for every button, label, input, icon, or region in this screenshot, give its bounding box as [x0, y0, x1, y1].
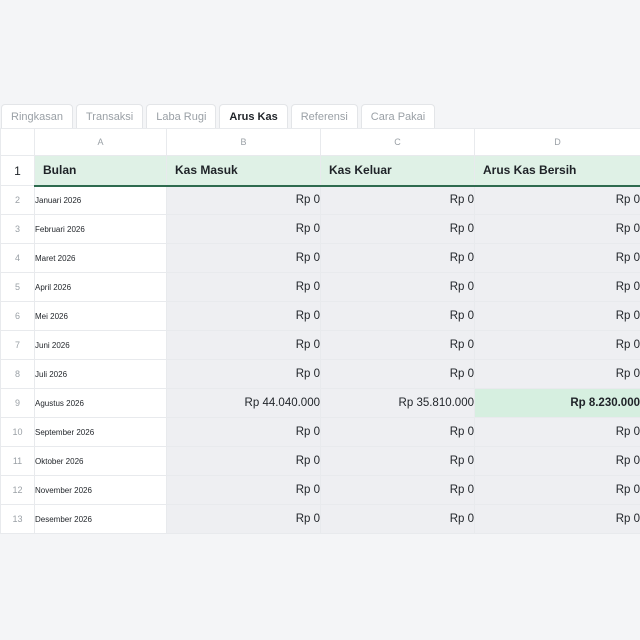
table-row: 10 September 2026 Rp 0 Rp 0 Rp 0	[0, 417, 640, 447]
month-cell[interactable]: Maret 2026	[34, 243, 167, 273]
tab-laba-rugi[interactable]: Laba Rugi	[146, 104, 217, 128]
row-number[interactable]: 1	[0, 155, 35, 186]
month-cell[interactable]: April 2026	[34, 272, 167, 302]
month-cell[interactable]: Februari 2026	[34, 214, 167, 244]
kas-keluar-cell[interactable]: Rp 0	[320, 446, 475, 476]
row-number[interactable]: 6	[0, 301, 35, 331]
kas-masuk-cell[interactable]: Rp 0	[166, 446, 321, 476]
kas-keluar-cell[interactable]: Rp 0	[320, 185, 475, 215]
kas-masuk-cell[interactable]: Rp 0	[166, 243, 321, 273]
column-header-c[interactable]: C	[320, 128, 475, 156]
table-row: 11 Oktober 2026 Rp 0 Rp 0 Rp 0	[0, 446, 640, 476]
kas-keluar-cell[interactable]: Rp 0	[320, 330, 475, 360]
kas-keluar-cell[interactable]: Rp 0	[320, 301, 475, 331]
month-cell[interactable]: November 2026	[34, 475, 167, 505]
kas-masuk-cell[interactable]: Rp 0	[166, 359, 321, 389]
header-cell-kas-masuk[interactable]: Kas Masuk	[166, 155, 321, 187]
corner-cell[interactable]	[0, 128, 35, 156]
kas-masuk-cell[interactable]: Rp 0	[166, 475, 321, 505]
row-number[interactable]: 7	[0, 330, 35, 360]
table-row: 6 Mei 2026 Rp 0 Rp 0 Rp 0	[0, 301, 640, 331]
row-number[interactable]: 8	[0, 359, 35, 389]
arus-kas-bersih-cell[interactable]: Rp 0	[474, 475, 640, 505]
sheet-tabs: Ringkasan Transaksi Laba Rugi Arus Kas R…	[0, 102, 640, 128]
kas-masuk-cell[interactable]: Rp 0	[166, 272, 321, 302]
column-header-b[interactable]: B	[166, 128, 321, 156]
month-cell[interactable]: Januari 2026	[34, 185, 167, 215]
arus-kas-bersih-cell[interactable]: Rp 0	[474, 417, 640, 447]
table-row: 4 Maret 2026 Rp 0 Rp 0 Rp 0	[0, 243, 640, 273]
arus-kas-bersih-cell[interactable]: Rp 0	[474, 185, 640, 215]
kas-masuk-cell[interactable]: Rp 0	[166, 504, 321, 534]
row-number[interactable]: 10	[0, 417, 35, 447]
kas-masuk-cell[interactable]: Rp 0	[166, 330, 321, 360]
arus-kas-bersih-cell[interactable]: Rp 0	[474, 330, 640, 360]
kas-masuk-cell[interactable]: Rp 0	[166, 301, 321, 331]
table-row: 8 Juli 2026 Rp 0 Rp 0 Rp 0	[0, 359, 640, 389]
arus-kas-bersih-cell[interactable]: Rp 8.230.000	[474, 388, 640, 418]
table-row: 5 April 2026 Rp 0 Rp 0 Rp 0	[0, 272, 640, 302]
table-row: 3 Februari 2026 Rp 0 Rp 0 Rp 0	[0, 214, 640, 244]
kas-masuk-cell[interactable]: Rp 44.040.000	[166, 388, 321, 418]
kas-masuk-cell[interactable]: Rp 0	[166, 417, 321, 447]
arus-kas-bersih-cell[interactable]: Rp 0	[474, 243, 640, 273]
row-number[interactable]: 12	[0, 475, 35, 505]
month-cell[interactable]: Oktober 2026	[34, 446, 167, 476]
tab-cara-pakai[interactable]: Cara Pakai	[360, 104, 436, 128]
month-cell[interactable]: September 2026	[34, 417, 167, 447]
column-header-d[interactable]: D	[474, 128, 640, 156]
row-number[interactable]: 3	[0, 214, 35, 244]
table-row: 13 Desember 2026 Rp 0 Rp 0 Rp 0	[0, 504, 640, 534]
arus-kas-bersih-cell[interactable]: Rp 0	[474, 446, 640, 476]
month-cell[interactable]: Juli 2026	[34, 359, 167, 389]
header-cell-arus-kas-bersih[interactable]: Arus Kas Bersih	[474, 155, 640, 187]
tab-ringkasan[interactable]: Ringkasan	[1, 104, 73, 128]
kas-keluar-cell[interactable]: Rp 0	[320, 272, 475, 302]
row-number[interactable]: 11	[0, 446, 35, 476]
month-cell[interactable]: Juni 2026	[34, 330, 167, 360]
kas-keluar-cell[interactable]: Rp 0	[320, 417, 475, 447]
tab-transaksi[interactable]: Transaksi	[75, 104, 144, 128]
column-header-row: A B C D	[0, 128, 640, 156]
row-number[interactable]: 9	[0, 388, 35, 418]
table-row: 7 Juni 2026 Rp 0 Rp 0 Rp 0	[0, 330, 640, 360]
kas-keluar-cell[interactable]: Rp 0	[320, 214, 475, 244]
row-number[interactable]: 4	[0, 243, 35, 273]
arus-kas-bersih-cell[interactable]: Rp 0	[474, 359, 640, 389]
kas-keluar-cell[interactable]: Rp 0	[320, 243, 475, 273]
kas-keluar-cell[interactable]: Rp 0	[320, 504, 475, 534]
row-number[interactable]: 2	[0, 185, 35, 215]
table-row: 12 November 2026 Rp 0 Rp 0 Rp 0	[0, 475, 640, 505]
column-header-a[interactable]: A	[34, 128, 167, 156]
tab-arus-kas[interactable]: Arus Kas	[219, 104, 288, 128]
kas-masuk-cell[interactable]: Rp 0	[166, 185, 321, 215]
month-cell[interactable]: Agustus 2026	[34, 388, 167, 418]
kas-keluar-cell[interactable]: Rp 0	[320, 359, 475, 389]
kas-keluar-cell[interactable]: Rp 35.810.000	[320, 388, 475, 418]
row-number[interactable]: 5	[0, 272, 35, 302]
arus-kas-bersih-cell[interactable]: Rp 0	[474, 272, 640, 302]
kas-masuk-cell[interactable]: Rp 0	[166, 214, 321, 244]
tab-referensi[interactable]: Referensi	[290, 104, 358, 128]
spreadsheet: Ringkasan Transaksi Laba Rugi Arus Kas R…	[0, 102, 640, 534]
kas-keluar-cell[interactable]: Rp 0	[320, 475, 475, 505]
arus-kas-bersih-cell[interactable]: Rp 0	[474, 301, 640, 331]
header-cell-bulan[interactable]: Bulan	[34, 155, 167, 187]
arus-kas-bersih-cell[interactable]: Rp 0	[474, 214, 640, 244]
header-cell-kas-keluar[interactable]: Kas Keluar	[320, 155, 475, 187]
month-cell[interactable]: Desember 2026	[34, 504, 167, 534]
table-row: 2 Januari 2026 Rp 0 Rp 0 Rp 0	[0, 185, 640, 215]
arus-kas-bersih-cell[interactable]: Rp 0	[474, 504, 640, 534]
month-cell[interactable]: Mei 2026	[34, 301, 167, 331]
table-row: 9 Agustus 2026 Rp 44.040.000 Rp 35.810.000 R…	[0, 388, 640, 418]
row-number[interactable]: 13	[0, 504, 35, 534]
table-header-row: 1 Bulan Kas Masuk Kas Keluar Arus Kas Be…	[0, 155, 640, 187]
cash-flow-grid: A B C D 1 Bulan Kas Masuk Kas Keluar Aru…	[0, 128, 640, 534]
